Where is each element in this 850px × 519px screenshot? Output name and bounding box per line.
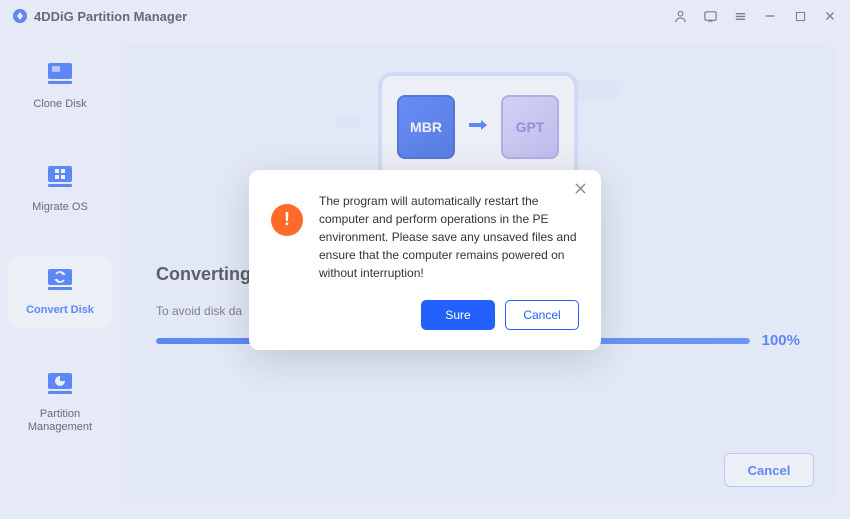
dialog-message: The program will automatically restart t… [319,192,579,282]
dialog-close-icon[interactable] [571,180,589,198]
warning-icon: ! [271,204,303,236]
restart-dialog: ! The program will automatically restart… [249,170,601,350]
dialog-body: ! The program will automatically restart… [271,192,579,282]
dialog-cancel-button[interactable]: Cancel [505,300,579,330]
modal-overlay: ! The program will automatically restart… [0,0,850,519]
sure-button[interactable]: Sure [421,300,495,330]
dialog-actions: Sure Cancel [271,300,579,330]
